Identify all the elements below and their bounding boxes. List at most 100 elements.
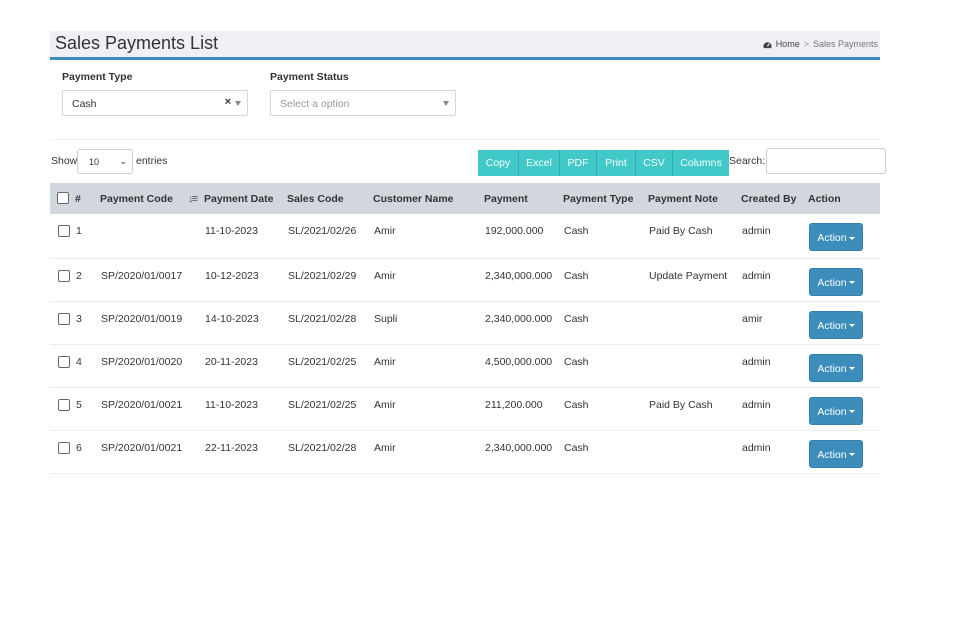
cell-payment-note: Update Payment <box>648 258 741 302</box>
divider <box>50 139 880 140</box>
row-select-cell <box>50 258 75 302</box>
payments-table: # Payment Code ↓≡ Payment Date Sales Code… <box>50 183 880 474</box>
cell-payment-code: SP/2020/01/0020 <box>100 344 204 388</box>
column-header-number[interactable]: # <box>75 183 100 214</box>
caret-down-icon <box>443 101 449 106</box>
cell-payment-note: Paid By Cash <box>648 214 741 259</box>
columns-button[interactable]: Columns <box>673 150 729 176</box>
row-checkbox[interactable] <box>58 312 70 325</box>
caret-down-icon <box>235 101 241 106</box>
row-select-cell <box>50 430 75 474</box>
row-checkbox[interactable] <box>58 269 70 282</box>
column-header-label: Customer Name <box>373 192 454 205</box>
cell-created-by: admin <box>741 387 808 431</box>
column-header-payment-note[interactable]: Payment Note <box>648 183 741 214</box>
row-checkbox[interactable] <box>58 398 70 411</box>
column-header-payment[interactable]: Payment ↓↑ <box>484 183 563 214</box>
cell-customer-name: Amir <box>373 430 484 474</box>
cell-action: Action <box>808 344 880 388</box>
cell-number: 1 <box>75 214 100 259</box>
action-dropdown-button[interactable]: Action <box>809 223 863 251</box>
action-dropdown-button[interactable]: Action <box>809 267 863 296</box>
cell-sales-code: SL/2021/02/28 <box>287 430 373 474</box>
cell-payment-date: 14-10-2023 <box>204 301 287 345</box>
cell-customer-name: Amir <box>373 344 484 388</box>
cell-payment-code: SP/2020/01/0019 <box>100 301 204 345</box>
table-row: 5 SP/2020/01/0021 11-10-2023 SL/2021/02/25 A… <box>50 387 880 431</box>
cell-payment-date: 20-11-2023 <box>204 344 287 388</box>
action-button-label: Action <box>817 232 847 244</box>
cell-created-by: amir <box>741 301 808 345</box>
select-all-header <box>50 183 75 214</box>
caret-down-icon <box>848 453 855 457</box>
column-header-customer-name[interactable]: Customer Name ↓↑ <box>373 183 484 214</box>
cell-payment-note <box>648 430 741 474</box>
action-button-label: Action <box>817 405 847 418</box>
row-checkbox[interactable] <box>58 441 70 454</box>
cell-sales-code: SL/2021/02/28 <box>287 301 373 345</box>
cell-payment-date: 10-12-2023 <box>204 258 287 302</box>
payment-type-value: Cash <box>72 98 97 110</box>
caret-down-icon <box>848 281 855 285</box>
action-button-label: Action <box>817 319 847 332</box>
column-header-label: Sales Code <box>287 192 344 205</box>
cell-payment-code <box>100 214 204 259</box>
cell-action: Action <box>808 214 880 259</box>
cell-payment-type: Cash <box>563 214 648 259</box>
pdf-button[interactable]: PDF <box>560 150 597 176</box>
breadcrumb-separator: > <box>803 39 809 49</box>
sort-icon: ↓↑ <box>469 193 478 205</box>
cell-payment: 2,340,000.000 <box>484 258 563 302</box>
action-dropdown-button[interactable]: Action <box>809 439 863 468</box>
row-checkbox[interactable] <box>58 355 70 368</box>
row-select-cell <box>50 387 75 431</box>
cell-payment-type: Cash <box>563 344 648 388</box>
cell-action: Action <box>808 301 880 345</box>
cell-payment-type: Cash <box>563 258 648 302</box>
cell-created-by: admin <box>741 214 808 259</box>
search-label: Search: <box>729 155 766 167</box>
breadcrumb-home[interactable]: Home <box>776 39 800 49</box>
copy-button[interactable]: Copy <box>478 150 519 176</box>
cell-customer-name: Supli <box>373 301 484 345</box>
entries-length-select[interactable]: 10 ⌄ <box>77 149 133 174</box>
column-header-created-by[interactable]: Created By <box>741 183 808 214</box>
caret-down-icon <box>848 236 855 240</box>
cell-customer-name: Amir <box>373 214 484 259</box>
payment-status-select[interactable]: Select a option <box>270 90 456 116</box>
column-header-payment-type[interactable]: Payment Type <box>563 183 648 214</box>
action-dropdown-button[interactable]: Action <box>809 353 863 382</box>
column-header-payment-date[interactable]: Payment Date <box>204 183 287 214</box>
table-body: 1 11-10-2023 SL/2021/02/26 Amir 192,000.000 C… <box>50 214 880 474</box>
breadcrumb-current: Sales Payments <box>812 39 878 49</box>
action-button-label: Action <box>817 276 847 289</box>
column-header-label: Payment Code <box>100 192 173 205</box>
payment-status-label: Payment Status <box>270 71 349 83</box>
csv-button[interactable]: CSV <box>636 150 673 176</box>
action-dropdown-button[interactable]: Action <box>809 310 863 339</box>
cell-created-by: admin <box>741 258 808 302</box>
search-input[interactable] <box>766 148 886 174</box>
table-header-row: # Payment Code ↓≡ Payment Date Sales Code… <box>50 183 880 214</box>
select-all-checkbox[interactable] <box>57 191 69 204</box>
print-button[interactable]: Print <box>597 150 636 176</box>
payments-table-wrapper: # Payment Code ↓≡ Payment Date Sales Code… <box>50 183 880 474</box>
action-dropdown-button[interactable]: Action <box>809 396 863 425</box>
caret-down-icon <box>848 410 855 414</box>
column-header-action: Action <box>808 183 880 214</box>
cell-payment: 211,200.000 <box>484 387 563 431</box>
export-button-group: Copy Excel PDF Print CSV Columns <box>478 150 729 176</box>
cell-action: Action <box>808 258 880 302</box>
cell-payment-note: Paid By Cash <box>648 387 741 431</box>
column-header-payment-code[interactable]: Payment Code ↓≡ <box>100 183 204 214</box>
cell-action: Action <box>808 430 880 474</box>
payment-type-select[interactable]: Cash × <box>62 90 248 116</box>
cell-number: 4 <box>75 344 100 388</box>
clear-selection-icon[interactable]: × <box>225 96 231 108</box>
row-select-cell <box>50 214 75 259</box>
cell-payment-type: Cash <box>563 301 648 345</box>
column-header-sales-code[interactable]: Sales Code ↓↑ <box>287 183 373 214</box>
row-checkbox[interactable] <box>58 225 70 237</box>
excel-button[interactable]: Excel <box>519 150 560 176</box>
cell-payment-code: SP/2020/01/0017 <box>100 258 204 302</box>
